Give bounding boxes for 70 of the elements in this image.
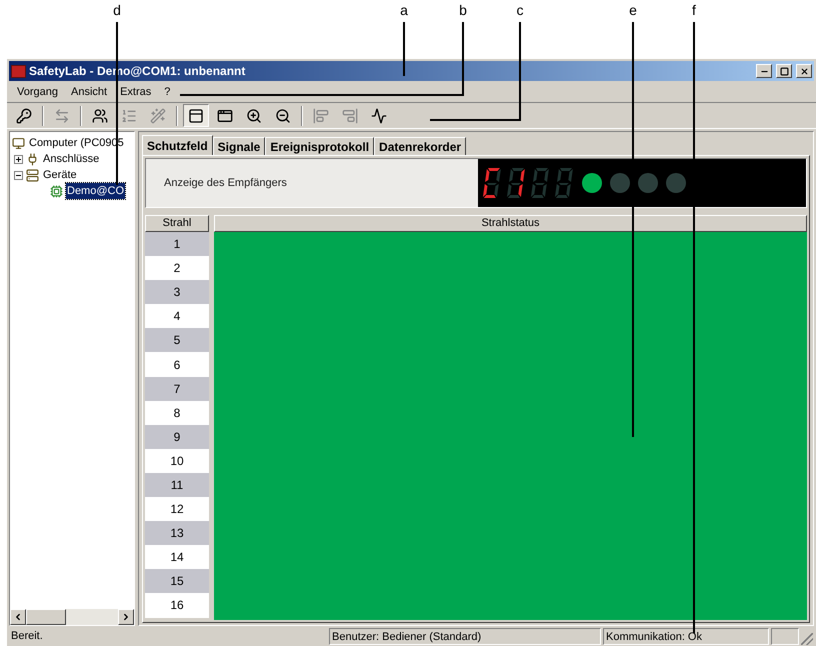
tree-item[interactable]: Geräte (42, 166, 78, 184)
row-number-cell: 10 (145, 448, 209, 473)
device-icon (50, 184, 63, 198)
scroll-left-button[interactable] (10, 609, 26, 625)
status-panel: Kommunikation: Ok (603, 628, 769, 644)
zoom-in-icon (246, 108, 262, 124)
menu-item[interactable]: Extras (114, 84, 158, 100)
menu-item[interactable]: ? (158, 84, 176, 100)
toolbar-button[interactable] (183, 104, 209, 127)
callout-label: e (628, 3, 638, 17)
people-icon (92, 108, 108, 124)
rack-icon (26, 168, 39, 182)
maximize-icon (780, 66, 788, 76)
horizontal-scrollbar[interactable] (10, 609, 134, 625)
plug-icon (26, 152, 39, 166)
row-number-cell: 12 (145, 497, 209, 522)
row-number-cell: 4 (145, 304, 209, 328)
row-number-cell: 5 (145, 328, 209, 352)
column-header: Strahlstatus (214, 215, 807, 232)
wand-icon (150, 108, 166, 124)
row-number-cell: 1 (145, 232, 209, 256)
resize-grip-icon[interactable] (801, 633, 813, 645)
panel-icon (188, 108, 204, 124)
row-number-cell: 7 (145, 376, 209, 401)
computer-icon (12, 136, 25, 150)
row-number-cell: 14 (145, 545, 209, 570)
list-icon (121, 108, 137, 124)
callout-label: d (112, 3, 122, 17)
close-button[interactable] (796, 64, 812, 78)
tab[interactable]: Ereignisprotokoll (265, 137, 374, 155)
scroll-thumb[interactable] (26, 609, 66, 625)
row-number-cell: 3 (145, 280, 209, 304)
tab[interactable]: Datenrekorder (374, 137, 466, 155)
key-icon (16, 108, 32, 124)
row-number-cell: 6 (145, 352, 209, 377)
callout-label: a (399, 3, 409, 17)
row-number-cell: 11 (145, 472, 209, 498)
collapse-toggle[interactable] (14, 170, 23, 180)
maximize-button[interactable] (776, 64, 792, 78)
signal-icon (371, 108, 387, 124)
row-number-cell: 9 (145, 424, 209, 449)
tree-item[interactable]: Demo@CO (66, 182, 126, 200)
row-number-cell: 2 (145, 256, 209, 280)
row-number-cell: 8 (145, 400, 209, 425)
minimize-button[interactable] (756, 64, 772, 78)
close-icon (800, 66, 808, 76)
tab[interactable]: Schutzfeld (142, 135, 213, 155)
align-left-icon (313, 108, 329, 124)
menu-item[interactable]: Vorgang (11, 84, 64, 100)
tab[interactable]: Signale (212, 137, 266, 155)
tree-item[interactable]: Anschlüsse (42, 150, 100, 168)
scroll-right-button[interactable] (118, 609, 134, 625)
window-icon (217, 108, 233, 124)
app-logo-icon (11, 64, 26, 78)
zoom-out-icon (275, 108, 291, 124)
callout-label: b (458, 3, 468, 17)
callout-label: c (516, 3, 524, 17)
transfer-icon (54, 108, 70, 124)
align-right-icon (342, 108, 358, 124)
row-number-cell: 16 (145, 593, 209, 618)
row-number-cell: 15 (145, 569, 209, 594)
column-header: Strahl (145, 215, 209, 232)
expand-toggle[interactable] (14, 154, 23, 164)
menu-item[interactable]: Ansicht (64, 84, 114, 100)
status-panel-empty (771, 628, 799, 644)
status-panel: Benutzer: Bediener (Standard) (329, 628, 601, 644)
status-text: Bereit. (10, 628, 44, 644)
receiver-label: Anzeige des Empfängers (164, 176, 287, 191)
row-number-cell: 13 (145, 521, 209, 546)
callout-label: f (691, 3, 697, 17)
